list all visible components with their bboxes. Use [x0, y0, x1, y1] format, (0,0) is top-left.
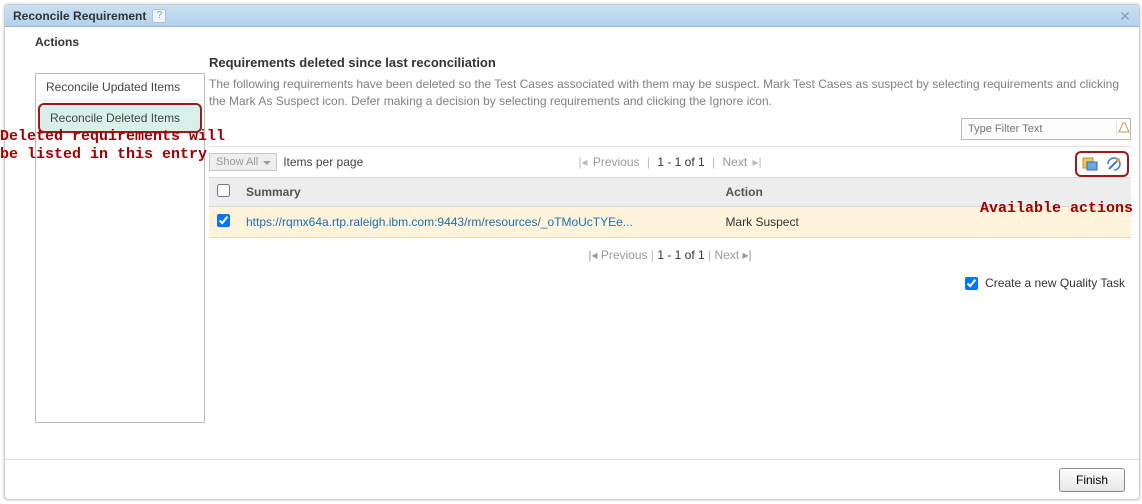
filter-row	[209, 118, 1131, 140]
prev-link[interactable]: Previous	[593, 155, 640, 169]
quality-task-row: Create a new Quality Task	[209, 272, 1131, 290]
content-panel: Requirements deleted since last reconcil…	[209, 55, 1131, 455]
ignore-icon[interactable]	[1105, 155, 1123, 173]
next-link[interactable]: Next	[715, 248, 740, 262]
panel-description: The following requirements have been del…	[209, 76, 1131, 110]
panel-heading: Requirements deleted since last reconcil…	[209, 55, 1131, 70]
sidebar-item-label: Reconcile Deleted Items	[50, 111, 180, 125]
action-icons-group	[1075, 151, 1129, 177]
row-action: Mark Suspect	[717, 206, 1131, 237]
sidebar-item-deleted[interactable]: Reconcile Deleted Items	[38, 103, 202, 133]
col-action[interactable]: Action	[717, 177, 1131, 206]
sidebar-item-updated[interactable]: Reconcile Updated Items	[36, 74, 204, 101]
first-page-icon[interactable]: |◂	[588, 248, 597, 262]
pager-bottom: |◂ Previous | 1 - 1 of 1 | Next ▸|	[209, 238, 1131, 272]
dialog-title: Reconcile Requirement	[13, 9, 146, 23]
quality-task-checkbox[interactable]	[965, 277, 978, 290]
dialog-body: Actions Reconcile Updated Items Reconcil…	[5, 27, 1139, 455]
clear-filter-icon[interactable]	[1116, 121, 1130, 136]
pager-top: |◂ Previous | 1 - 1 of 1 | Next ▸|	[576, 155, 763, 169]
col-checkbox	[209, 177, 238, 206]
actions-heading: Actions	[35, 35, 1129, 49]
filter-input[interactable]	[962, 123, 1116, 135]
row-checkbox[interactable]	[217, 214, 230, 227]
help-icon[interactable]: ?	[152, 9, 166, 23]
first-page-icon[interactable]: |◂	[578, 155, 587, 169]
select-all-checkbox[interactable]	[217, 184, 230, 197]
actions-sidebar: Reconcile Updated Items Reconcile Delete…	[35, 73, 205, 423]
filter-box	[961, 118, 1131, 140]
items-per-page-label: Items per page	[283, 155, 363, 169]
table-row[interactable]: https://rqmx64a.rtp.raleigh.ibm.com:9443…	[209, 206, 1131, 237]
page-range: 1 - 1 of 1	[657, 155, 704, 169]
requirement-link[interactable]: https://rqmx64a.rtp.raleigh.ibm.com:9443…	[246, 215, 633, 229]
last-page-icon[interactable]: ▸|	[753, 155, 762, 169]
col-summary[interactable]: Summary	[238, 177, 717, 206]
reconcile-dialog: Reconcile Requirement ? ✕ Actions Reconc…	[4, 4, 1140, 500]
prev-link[interactable]: Previous	[601, 248, 648, 262]
sidebar-item-label: Reconcile Updated Items	[46, 80, 180, 94]
last-page-icon[interactable]: ▸|	[743, 248, 752, 262]
titlebar: Reconcile Requirement ? ✕	[5, 5, 1139, 27]
page-range: 1 - 1 of 1	[657, 248, 704, 262]
requirements-table: Summary Action https://rqmx64a.rtp.ralei…	[209, 177, 1131, 238]
toolbar-row: Show All Items per page |◂ Previous | 1 …	[209, 146, 1131, 177]
close-icon[interactable]: ✕	[1117, 8, 1133, 24]
next-link[interactable]: Next	[723, 155, 748, 169]
finish-button[interactable]: Finish	[1059, 468, 1125, 492]
quality-task-label[interactable]: Create a new Quality Task	[965, 276, 1125, 290]
dialog-footer: Finish	[5, 459, 1139, 499]
mark-suspect-icon[interactable]	[1081, 155, 1099, 173]
show-all-dropdown[interactable]: Show All	[209, 153, 277, 171]
